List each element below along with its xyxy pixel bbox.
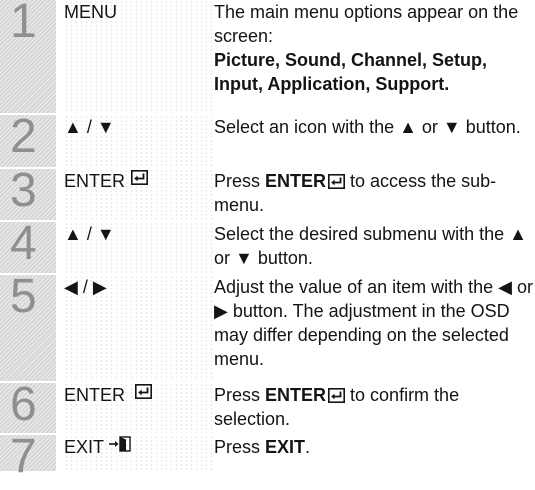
- step-key-cell: ◀ / ▶: [64, 275, 214, 381]
- enter-icon: [131, 170, 148, 185]
- step-number-cell: 1: [0, 0, 56, 113]
- step-description: Select an icon with the ▲ or ▼ button.: [214, 115, 535, 167]
- step-description-text: Press ENTER to access the sub-menu.: [214, 169, 535, 217]
- step-description: The main menu options appear on the scre…: [214, 0, 535, 113]
- step-description: Press EXIT.: [214, 435, 535, 471]
- step-number: 2: [10, 110, 37, 163]
- step-number: 3: [10, 164, 37, 217]
- desc-key-word: EXIT: [265, 437, 306, 457]
- step-description-text: Press EXIT.: [214, 435, 535, 459]
- enter-key-label: ENTER: [64, 385, 126, 405]
- step-description-text: Select an icon with the ▲ or ▼ button.: [214, 117, 521, 137]
- up-down-key-label: ▲ / ▼: [64, 224, 115, 244]
- step-number-cell: 2: [0, 110, 56, 167]
- menu-options-list: Picture, Sound, Channel, Setup, Input, A…: [214, 50, 488, 94]
- step-number-cell: 4: [0, 217, 56, 273]
- desc-prefix: Press: [214, 171, 266, 191]
- step-description-text: Adjust the value of an item with the ◀ o…: [214, 277, 534, 369]
- exit-key-label: EXIT: [64, 437, 105, 457]
- step-description: Press ENTER to access the sub-menu.: [214, 169, 535, 220]
- step-description-text: The main menu options appear on the scre…: [214, 2, 519, 46]
- step-1: 1 MENU The main menu options appear on t…: [0, 0, 535, 113]
- step-number: 4: [10, 217, 37, 270]
- desc-suffix: .: [305, 437, 311, 457]
- menu-steps-table: 1 MENU The main menu options appear on t…: [0, 0, 535, 490]
- enter-key-label: ENTER: [64, 171, 126, 191]
- desc-key-word: ENTER: [265, 171, 327, 191]
- step-key-cell: ENTER: [64, 383, 214, 433]
- up-down-key-label: ▲ / ▼: [64, 117, 115, 137]
- step-number-cell: 6: [0, 378, 56, 433]
- enter-icon: [135, 384, 152, 399]
- step-key-cell: ▲ / ▼: [64, 115, 214, 167]
- desc-key-word: ENTER: [265, 385, 327, 405]
- step-description: Select the desired submenu with the ▲ or…: [214, 222, 535, 273]
- step-description-text: Select the desired submenu with the ▲ or…: [214, 224, 527, 268]
- step-number-cell: 7: [0, 433, 56, 481]
- enter-icon: [328, 388, 345, 403]
- exit-icon: [108, 436, 132, 452]
- step-6: 6 ENTER Press ENTER to confirm the selec…: [0, 378, 535, 433]
- step-description: Adjust the value of an item with the ◀ o…: [214, 275, 535, 381]
- desc-prefix: Press: [214, 385, 266, 405]
- enter-icon: [328, 174, 345, 189]
- step-key-cell: ▲ / ▼: [64, 222, 214, 273]
- step-number: 5: [10, 270, 37, 323]
- menu-key-label: MENU: [64, 2, 117, 22]
- step-number: 6: [10, 378, 37, 431]
- step-description: Press ENTER to confirm the selection.: [214, 383, 535, 433]
- step-number-cell: 5: [0, 270, 56, 381]
- step-5: 5 ◀ / ▶ Adjust the value of an item with…: [0, 270, 535, 381]
- step-2: 2 ▲ / ▼ Select an icon with the ▲ or ▼ b…: [0, 110, 535, 167]
- left-right-key-label: ◀ / ▶: [64, 277, 107, 297]
- step-description-text: Press ENTER to confirm the selection.: [214, 383, 535, 431]
- step-7: 7 EXIT Press EXIT.: [0, 433, 535, 481]
- step-3: 3 ENTER Press ENTER to access the sub-me…: [0, 164, 535, 220]
- step-key-cell: MENU: [64, 0, 214, 113]
- step-key-cell: EXIT: [64, 435, 214, 471]
- step-key-cell: ENTER: [64, 169, 214, 220]
- desc-prefix: Press: [214, 437, 266, 457]
- step-number-cell: 3: [0, 164, 56, 220]
- step-4: 4 ▲ / ▼ Select the desired submenu with …: [0, 217, 535, 273]
- step-number: 7: [10, 430, 37, 483]
- step-number: 1: [10, 0, 37, 48]
